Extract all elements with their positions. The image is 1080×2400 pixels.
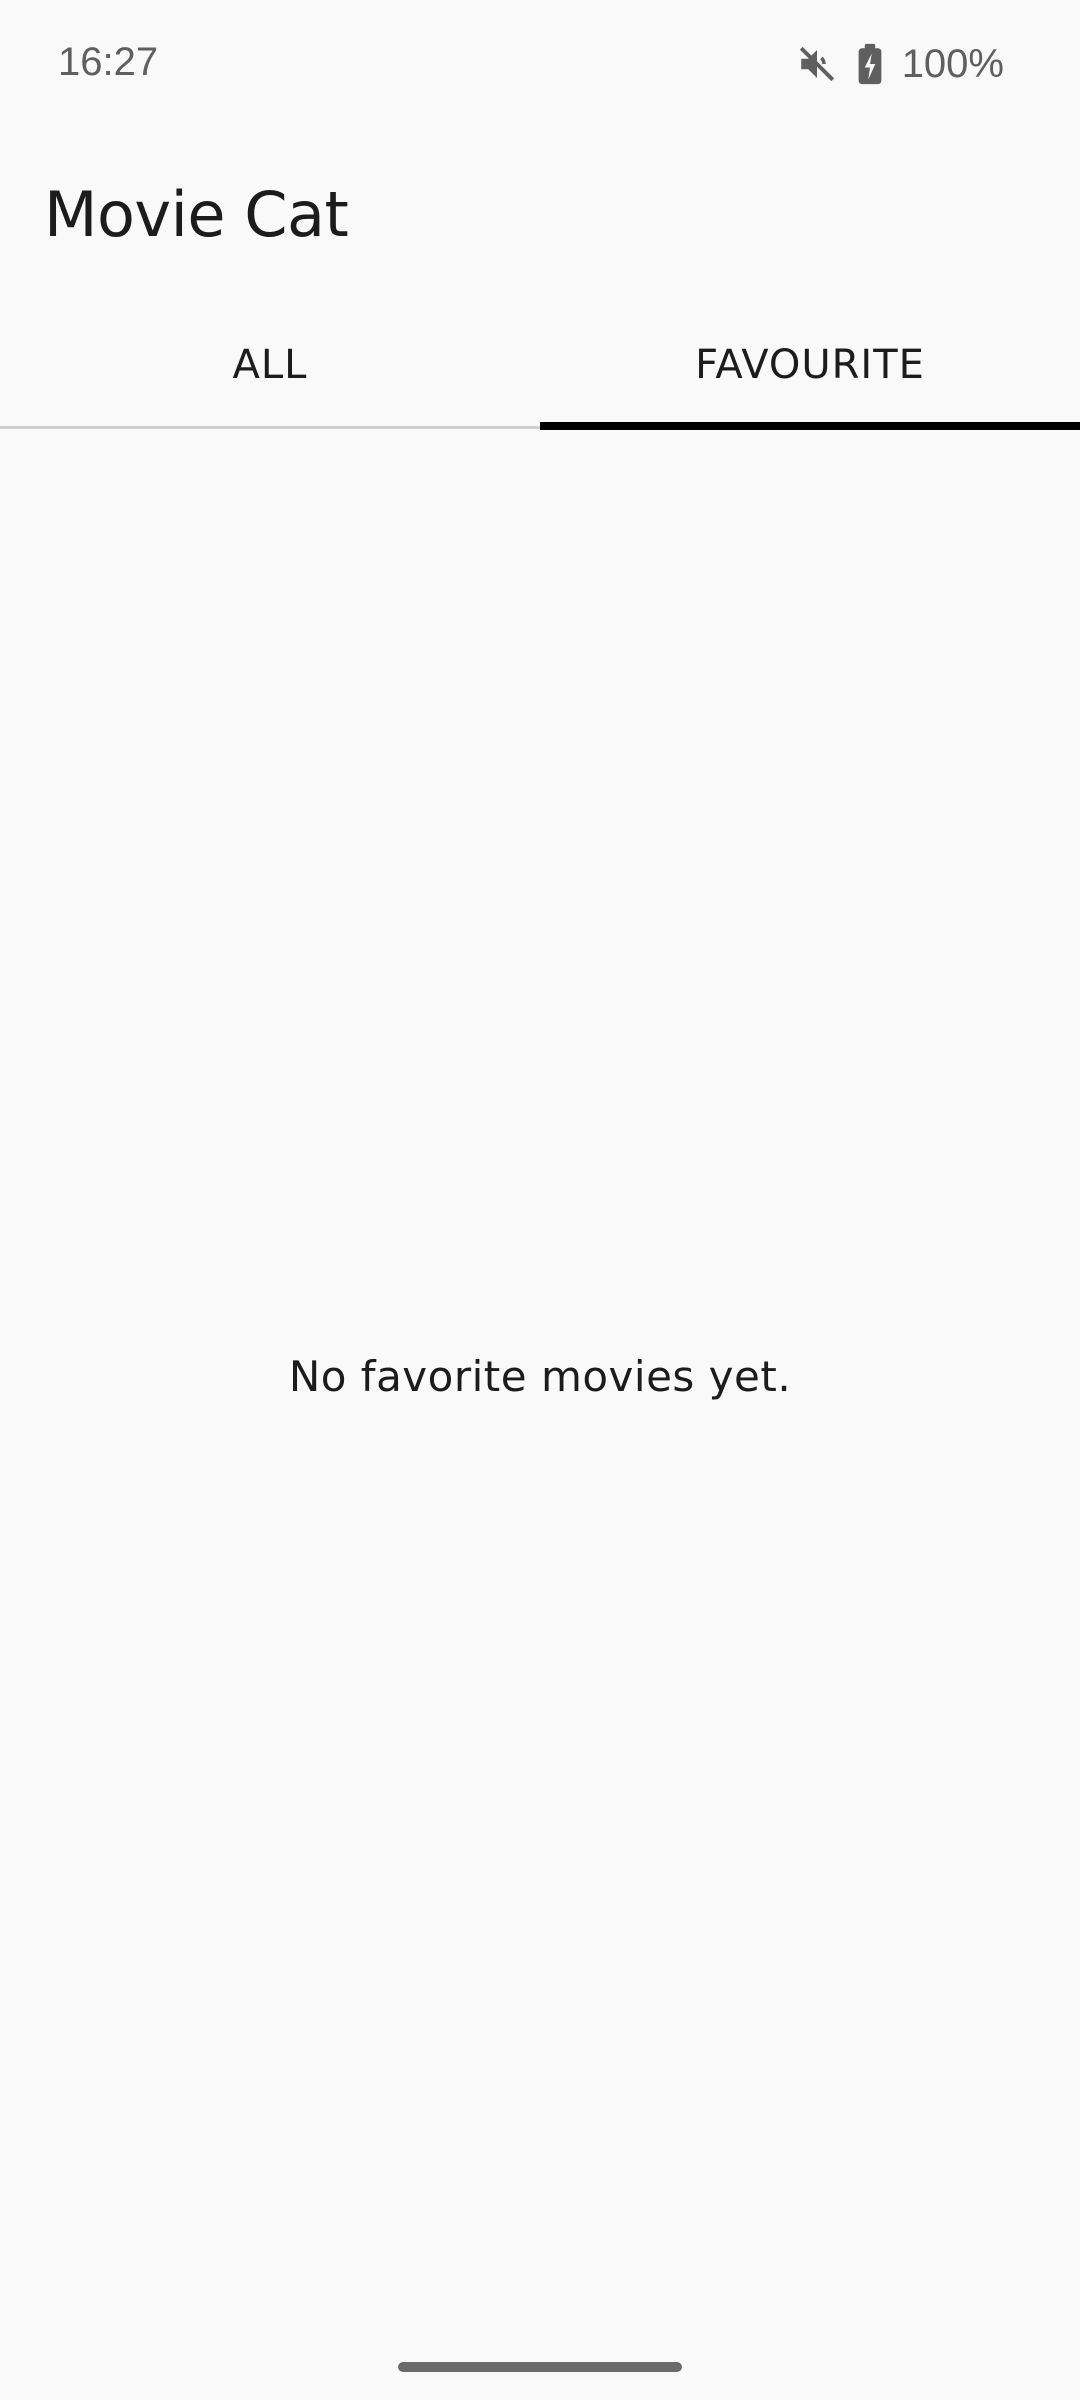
status-time: 16:27 — [58, 40, 159, 84]
empty-state-message: No favorite movies yet. — [288, 1352, 792, 1401]
app-screen: 16:27 100% Movie Cat ALL FAVOURITE No fa… — [0, 0, 1080, 2400]
status-icons: 100% — [796, 38, 1004, 90]
mute-icon — [796, 43, 838, 85]
tab-favourite[interactable]: FAVOURITE — [540, 300, 1080, 430]
tab-bar: ALL FAVOURITE — [0, 300, 1080, 430]
tab-all[interactable]: ALL — [0, 300, 540, 430]
tab-divider — [0, 426, 540, 429]
gesture-navigation-handle[interactable] — [398, 2362, 682, 2372]
status-bar: 16:27 100% — [0, 0, 1080, 130]
battery-charging-icon — [856, 43, 884, 85]
app-title: Movie Cat — [44, 178, 349, 251]
selected-tab-indicator — [540, 422, 1080, 430]
battery-percentage: 100% — [901, 41, 1004, 86]
